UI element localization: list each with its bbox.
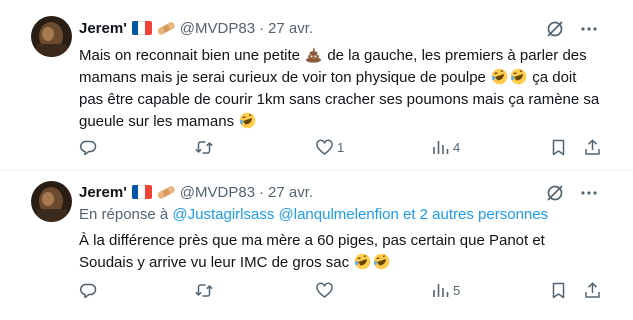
views-button[interactable]: 4 — [431, 138, 460, 157]
views-count: 5 — [453, 283, 461, 298]
tweet-content: Jerem' @MVDP83 · 27 avr. Mais on reconna… — [79, 18, 600, 133]
share-icon — [585, 282, 600, 298]
avatar[interactable] — [31, 181, 72, 222]
tweet-header: Jerem' @MVDP83 · 27 avr. — [79, 182, 600, 202]
share-button[interactable] — [583, 138, 602, 157]
french-flag-icon — [131, 21, 152, 35]
separator-dot: · — [259, 183, 265, 201]
reply-icon — [79, 283, 97, 299]
tweet-content: Jerem' @MVDP83 · 27 avr. En réponse à @J… — [79, 182, 600, 274]
timeline: Jerem' @MVDP83 · 27 avr. Mais on reconna… — [0, 0, 633, 320]
retweet-icon — [195, 141, 213, 154]
grok-icon[interactable] — [544, 182, 566, 204]
reply-context: En réponse à @Justagirlsass @lanqulmelen… — [79, 206, 600, 226]
like-button[interactable] — [315, 281, 337, 300]
share-button[interactable] — [583, 281, 602, 300]
author-handle[interactable]: @MVDP83 — [180, 20, 255, 37]
tweet[interactable]: Jerem' @MVDP83 · 27 avr. Mais on reconna… — [0, 0, 633, 171]
share-icon — [585, 139, 600, 155]
tweet-text-part: À la différence près que ma mère a 60 pi… — [79, 232, 545, 271]
bandage-icon — [156, 184, 176, 200]
like-icon — [316, 139, 333, 155]
reply-icon — [79, 140, 97, 156]
tweet-date[interactable]: 27 avr. — [268, 184, 313, 201]
others-link[interactable]: et 2 autres personnes — [403, 206, 548, 223]
bandage-icon — [156, 20, 176, 36]
poop-emoji — [305, 46, 322, 63]
views-icon — [433, 284, 449, 297]
like-button[interactable]: 1 — [315, 138, 344, 157]
like-icon — [316, 282, 333, 298]
retweet-button[interactable] — [194, 281, 217, 300]
like-count: 1 — [337, 140, 345, 155]
rofl-emoji — [510, 68, 527, 85]
retweet-button[interactable] — [194, 138, 217, 157]
bookmark-icon — [552, 282, 565, 299]
views-icon — [433, 141, 449, 154]
bookmark-button[interactable] — [549, 281, 568, 300]
retweet-icon — [195, 284, 213, 297]
tweet-actions: 1 4 — [79, 138, 602, 160]
tweet[interactable]: Jerem' @MVDP83 · 27 avr. En réponse à @J… — [0, 171, 633, 320]
tweet-text-part: Mais on reconnait bien une petite — [79, 47, 305, 64]
rofl-emoji — [491, 68, 508, 85]
mention-link[interactable]: @lanqulmelenfion — [279, 206, 399, 223]
author-name[interactable]: Jerem' — [79, 20, 127, 37]
tweet-text: À la différence près que ma mère a 60 pi… — [79, 230, 600, 274]
more-icon[interactable] — [578, 18, 600, 40]
tweet-actions: 5 — [79, 281, 602, 303]
grok-icon[interactable] — [544, 18, 566, 40]
rofl-emoji — [239, 112, 256, 129]
author-handle[interactable]: @MVDP83 — [180, 184, 255, 201]
rofl-emoji — [373, 253, 390, 270]
tweet-header: Jerem' @MVDP83 · 27 avr. — [79, 18, 600, 38]
author-name[interactable]: Jerem' — [79, 184, 127, 201]
views-button[interactable]: 5 — [431, 281, 460, 300]
bookmark-icon — [552, 139, 565, 156]
reply-button[interactable] — [79, 281, 101, 300]
header-actions — [532, 18, 600, 40]
reply-button[interactable] — [79, 138, 101, 157]
more-icon[interactable] — [578, 182, 600, 204]
tweet-date[interactable]: 27 avr. — [268, 20, 313, 37]
header-actions — [532, 182, 600, 204]
avatar[interactable] — [31, 16, 72, 57]
mention-link[interactable]: @Justagirlsass — [172, 206, 274, 223]
separator-dot: · — [259, 19, 265, 37]
french-flag-icon — [131, 185, 152, 199]
reply-to-prefix: En réponse à — [79, 206, 169, 223]
bookmark-button[interactable] — [549, 138, 568, 157]
rofl-emoji — [354, 253, 371, 270]
tweet-text: Mais on reconnait bien une petite de la … — [79, 45, 600, 133]
views-count: 4 — [453, 140, 461, 155]
